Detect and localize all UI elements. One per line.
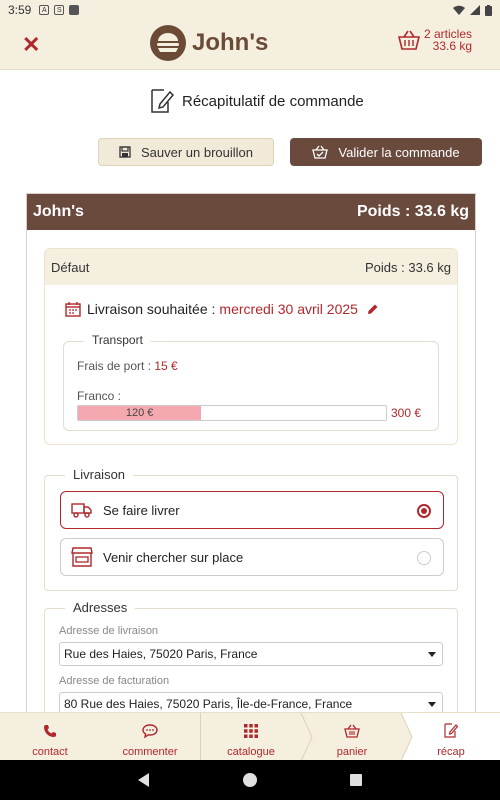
chevron-down-icon	[428, 702, 436, 707]
delivery-wish-date: mercredi 30 avril 2025	[219, 301, 358, 317]
basket-check-icon	[312, 145, 329, 159]
app-header: ✕ John's 2 articles 33.6 kg	[0, 20, 500, 70]
truck-icon	[71, 503, 92, 518]
status-time: 3:59	[8, 3, 32, 17]
store-icon	[71, 547, 93, 567]
delivery-address-value: Rue des Haies, 75020 Paris, France	[64, 647, 258, 661]
back-icon[interactable]	[138, 773, 149, 787]
livraison-legend: Livraison	[65, 467, 134, 482]
fees-value: 15 €	[154, 359, 178, 373]
billing-address-label: Adresse de facturation	[59, 675, 170, 687]
page-title-row: Récapitulatif de commande	[150, 88, 364, 114]
delivery-address-select[interactable]: Rue des Haies, 75020 Paris, France	[59, 642, 443, 666]
order-name: Défaut	[51, 259, 90, 275]
adresses-fieldset: Adresses Adresse de livraison Rue des Ha…	[44, 600, 458, 713]
nav-commenter-label: commenter	[122, 746, 178, 758]
home-icon[interactable]	[243, 773, 257, 787]
billing-address-select[interactable]: 80 Rue des Haies, 75020 Paris, Île-de-Fr…	[59, 692, 443, 713]
order-header: Défaut Poids : 33.6 kg	[45, 249, 457, 285]
shipping-fees: Frais de port : 15 €	[77, 359, 178, 373]
save-icon	[119, 146, 131, 158]
nav-catalogue[interactable]: catalogue	[201, 713, 301, 761]
order-weight: Poids : 33.6 kg	[365, 259, 451, 275]
edit-document-icon	[444, 723, 458, 738]
edit-document-icon	[151, 89, 174, 113]
nav-commenter[interactable]: commenter	[100, 713, 200, 761]
franco-progress-fill: 120 €	[78, 406, 202, 420]
cart-weight: 33.6 kg	[432, 39, 473, 53]
supplier-header: John's Poids : 33.6 kg	[27, 194, 475, 230]
radio-selected[interactable]	[417, 504, 431, 518]
option-venir-chercher[interactable]: Venir chercher sur place	[60, 538, 444, 576]
notification-s-icon: S	[54, 5, 65, 15]
notification-card-icon	[69, 5, 80, 15]
notification-a-icon: A	[39, 5, 50, 15]
franco-progress-value: 120 €	[125, 407, 154, 419]
franco-progress-bar: 120 €	[77, 405, 387, 421]
nav-recap-label: récap	[437, 746, 465, 758]
option-se-faire-livrer[interactable]: Se faire livrer	[60, 491, 444, 529]
brand-name: John's	[192, 29, 269, 56]
battery-icon	[485, 4, 492, 16]
fees-label: Frais de port :	[77, 359, 152, 373]
basket-icon	[344, 724, 360, 738]
save-draft-label: Sauver un brouillon	[140, 144, 254, 160]
grid-icon	[244, 724, 258, 738]
page-title: Récapitulatif de commande	[182, 92, 364, 110]
option-label: Venir chercher sur place	[103, 549, 244, 565]
close-icon[interactable]: ✕	[22, 32, 40, 58]
radio-unselected[interactable]	[417, 551, 431, 565]
nav-panier[interactable]: panier	[302, 713, 402, 761]
delivery-address-label: Adresse de livraison	[59, 625, 159, 637]
phone-icon	[44, 725, 56, 737]
nav-catalogue-label: catalogue	[227, 746, 275, 758]
brand-logo: John's	[150, 25, 268, 61]
nav-panier-label: panier	[336, 746, 368, 758]
bottom-nav: contact commenter catalogue panier récap	[0, 712, 500, 761]
validate-order-label: Valider la commande	[338, 144, 460, 160]
calendar-icon	[65, 302, 81, 317]
delivery-wish-label: Livraison souhaitée :	[87, 301, 216, 317]
supplier-weight: Poids : 33.6 kg	[356, 203, 469, 220]
status-bar: 3:59 A S	[0, 0, 500, 20]
franco-label: Franco :	[77, 389, 122, 403]
order-box: Défaut Poids : 33.6 kg Livraison souhait…	[44, 248, 458, 445]
supplier-name: John's	[33, 203, 84, 220]
nav-contact-label: contact	[32, 746, 68, 758]
transport-legend: Transport	[84, 333, 151, 347]
delivery-wish-row[interactable]: Livraison souhaitée : mercredi 30 avril …	[65, 301, 379, 317]
nav-contact[interactable]: contact	[0, 713, 100, 761]
transport-box: Transport Frais de port : 15 € Franco : …	[63, 333, 439, 431]
system-nav-bar	[0, 760, 500, 800]
nav-recap[interactable]: récap	[402, 713, 500, 761]
comment-icon	[142, 724, 158, 738]
livraison-fieldset: Livraison Se faire livrer Venir chercher…	[44, 467, 458, 591]
burger-icon	[150, 25, 186, 61]
chevron-down-icon	[428, 652, 436, 657]
pencil-icon[interactable]	[366, 303, 379, 316]
signal-icon	[470, 5, 480, 15]
franco-progress-max: 300 €	[391, 406, 422, 420]
cart-summary[interactable]: 2 articles 33.6 kg	[398, 28, 472, 52]
recents-icon[interactable]	[350, 774, 362, 786]
basket-icon	[398, 30, 420, 50]
supplier-card: John's Poids : 33.6 kg Défaut Poids : 33…	[26, 193, 476, 713]
wifi-icon	[453, 5, 465, 15]
billing-address-value: 80 Rue des Haies, 75020 Paris, Île-de-Fr…	[64, 697, 353, 711]
save-draft-button[interactable]: Sauver un brouillon	[98, 138, 274, 166]
adresses-legend: Adresses	[65, 600, 136, 615]
validate-order-button[interactable]: Valider la commande	[290, 138, 482, 166]
option-label: Se faire livrer	[103, 502, 180, 518]
